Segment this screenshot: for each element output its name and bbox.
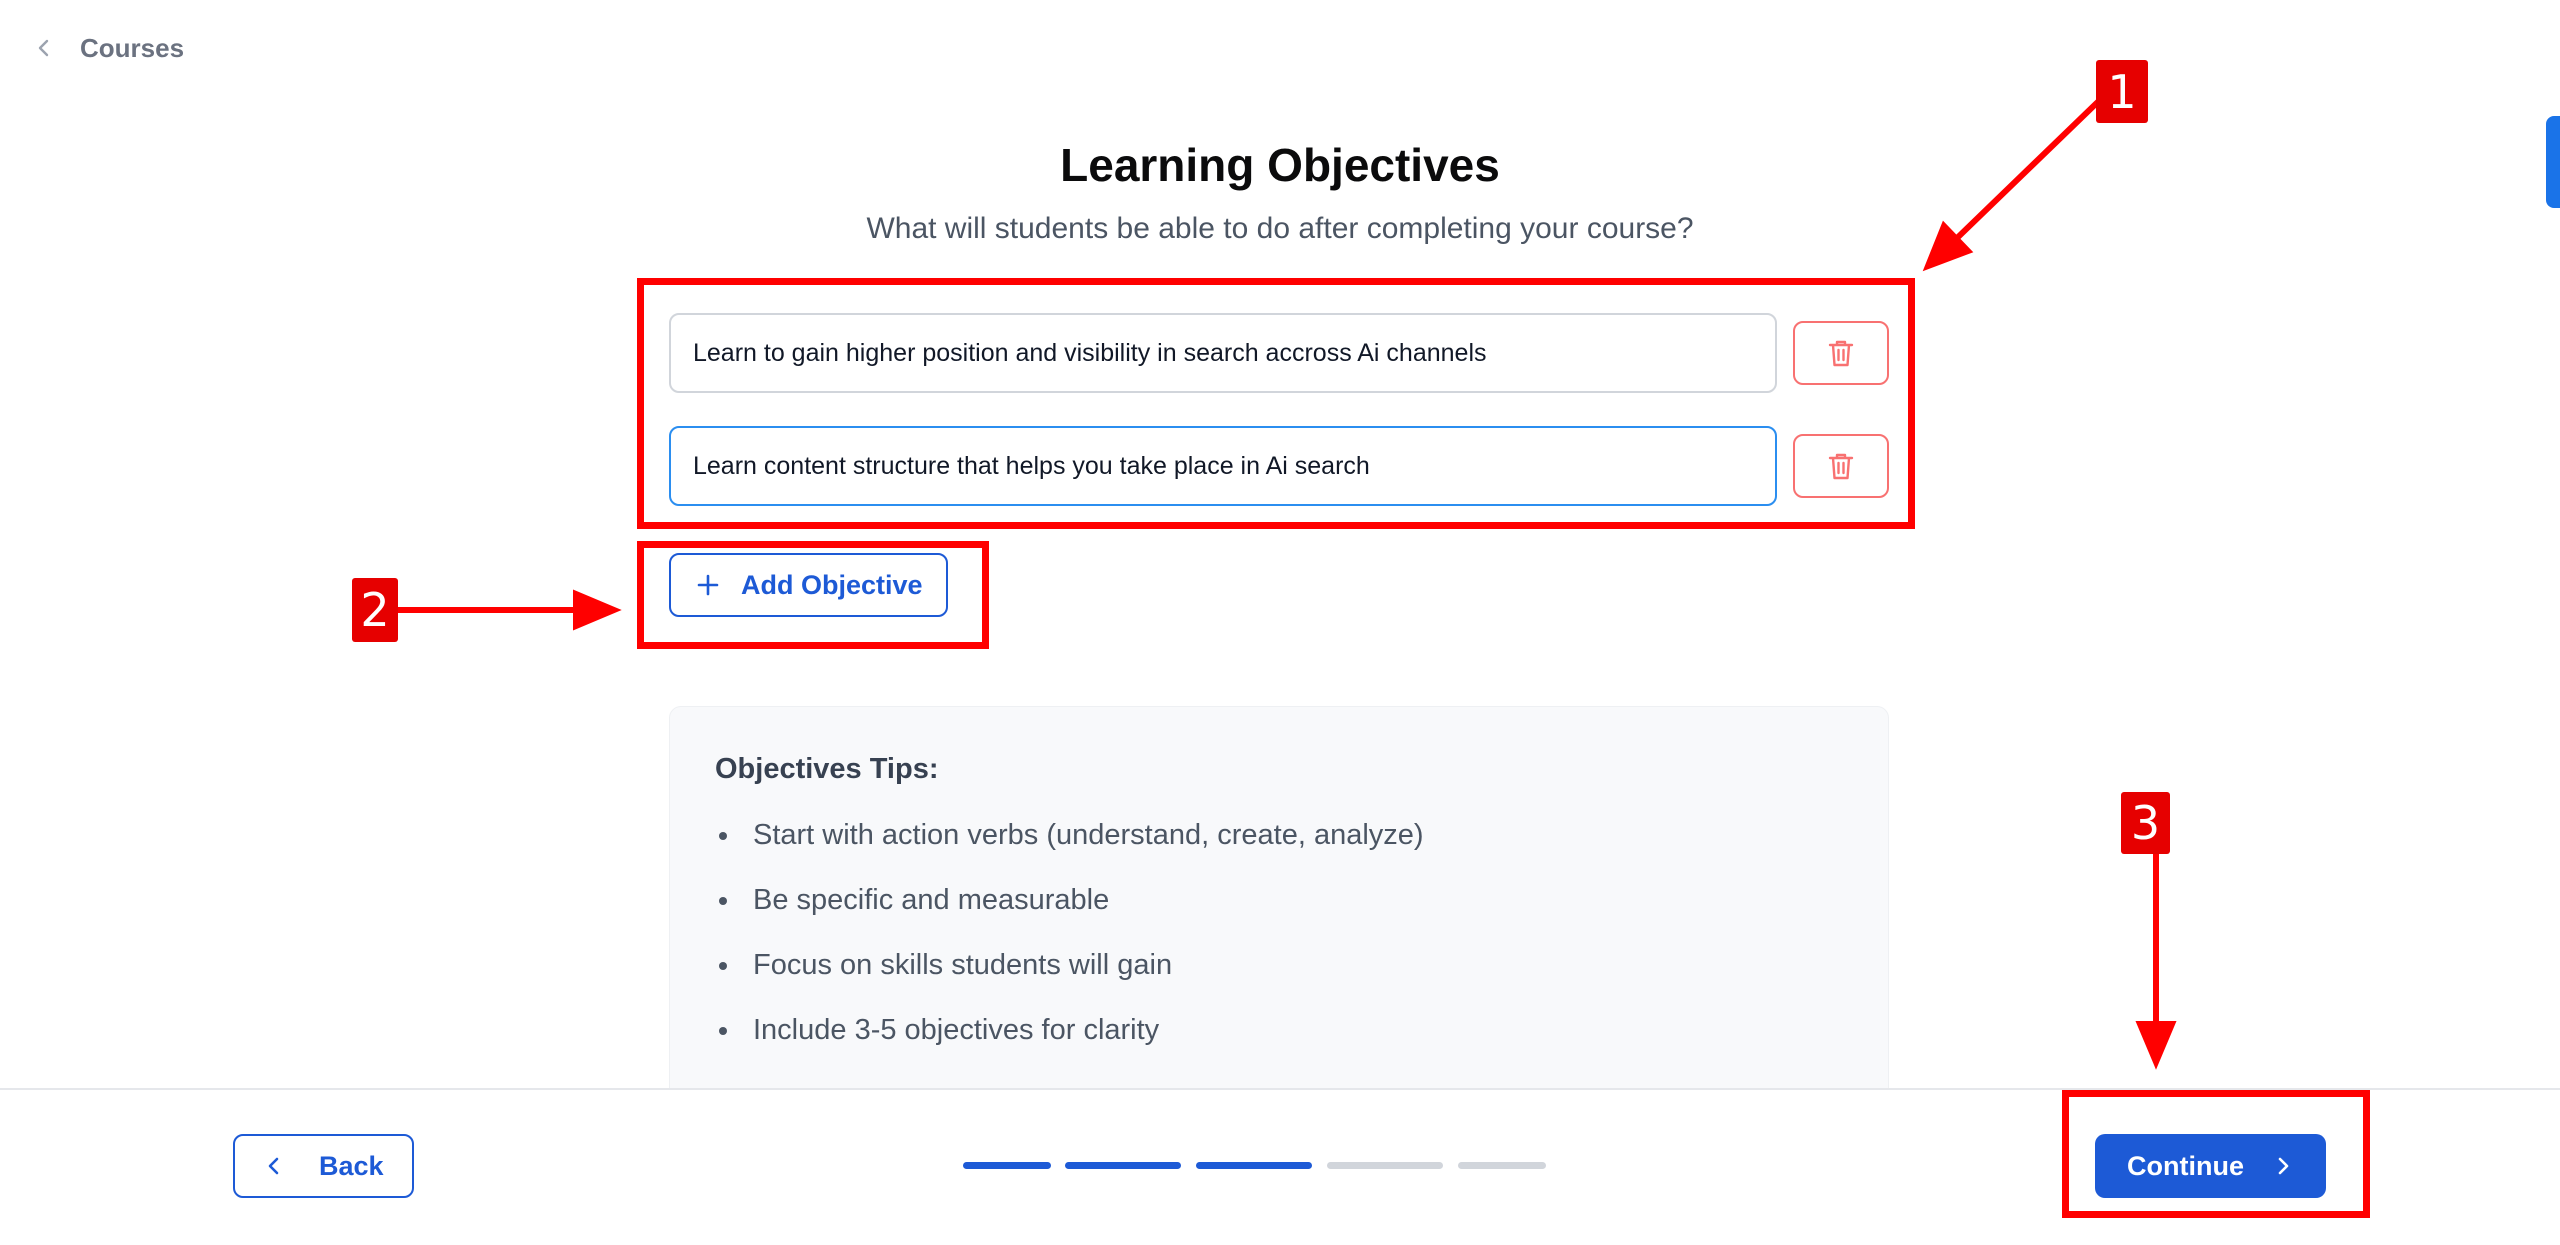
annotation-arrowhead-2 [573,589,622,631]
annotation-arrowhead-3 [2135,1021,2177,1070]
annotation-badge-3: 3 [2121,792,2170,854]
annotation-arrow-1 [1952,92,2108,243]
annotation-badge-2: 2 [352,578,398,642]
annotation-badge-1: 1 [2096,60,2148,123]
